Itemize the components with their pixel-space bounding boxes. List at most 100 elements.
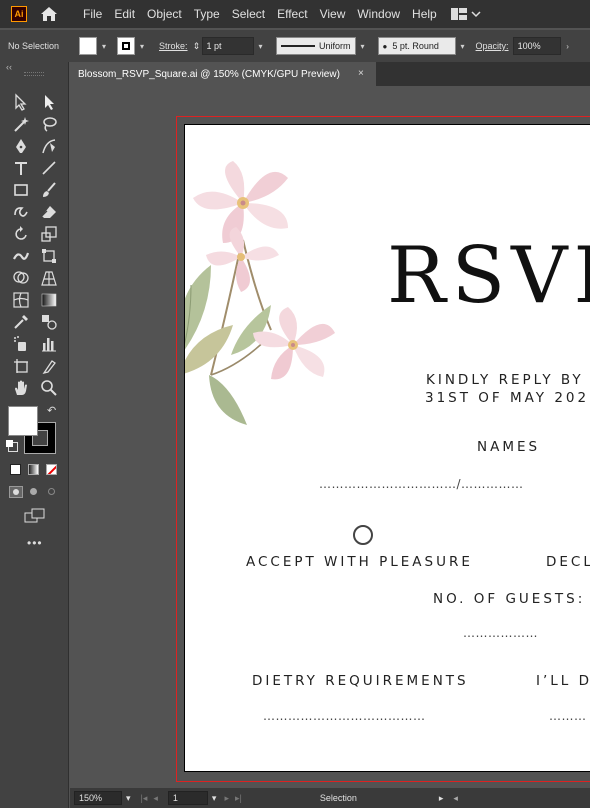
next-artboard-icon[interactable]: ▸	[224, 793, 229, 804]
stroke-weight-field[interactable]: 1 pt	[201, 37, 254, 55]
hand-tool-icon[interactable]	[10, 378, 32, 398]
opacity-chevron-icon[interactable]: ›	[561, 37, 575, 55]
stroke-stepper-icon[interactable]: ⇕	[192, 41, 202, 52]
first-artboard-icon[interactable]: |◂	[141, 793, 148, 804]
selection-tool-icon[interactable]	[10, 92, 32, 112]
direct-selection-tool-icon[interactable]	[38, 92, 60, 112]
selection-status: No Selection	[8, 41, 60, 51]
symbol-sprayer-tool-icon[interactable]	[10, 334, 32, 354]
workspace-switcher[interactable]	[450, 8, 481, 20]
fill-swatch[interactable]	[79, 37, 98, 55]
zoom-field[interactable]: 150%	[74, 791, 122, 805]
opacity-label[interactable]: Opacity:	[476, 41, 509, 51]
edit-toolbar-icon[interactable]: •••	[27, 536, 43, 550]
none-mode-icon[interactable]	[46, 464, 57, 475]
paintbrush-tool-icon[interactable]	[38, 180, 60, 200]
artboard-chevron-icon[interactable]: ▾	[212, 793, 217, 804]
stroke-profile-select[interactable]: Uniform	[275, 37, 356, 55]
draw-inside-icon[interactable]	[45, 486, 59, 498]
stroke-weight-chevron-icon[interactable]: ▾	[254, 37, 268, 55]
stroke-swatch[interactable]	[117, 37, 136, 55]
opacity-field[interactable]: 100%	[512, 37, 561, 55]
gradient-tool-icon[interactable]	[38, 290, 60, 310]
perspective-grid-tool-icon[interactable]	[38, 268, 60, 288]
line-segment-tool-icon[interactable]	[38, 158, 60, 178]
pen-tool-icon[interactable]	[10, 136, 32, 156]
curvature-tool-icon[interactable]	[38, 136, 60, 156]
current-tool-label: Selection	[319, 793, 357, 803]
close-tab-icon[interactable]: ×	[358, 68, 364, 79]
kindly-reply-text: KINDLY REPLY BY	[426, 372, 584, 388]
panel-grip[interactable]	[24, 72, 44, 76]
draw-normal-icon[interactable]	[9, 486, 23, 498]
width-tool-icon[interactable]	[10, 246, 32, 266]
eraser-tool-icon[interactable]	[38, 202, 60, 222]
profile-chevron-icon[interactable]: ▾	[356, 37, 370, 55]
stroke-chevron-icon[interactable]: ▾	[135, 37, 149, 55]
type-tool-icon[interactable]	[10, 158, 32, 178]
artboard[interactable]: RSVP KINDLY REPLY BY 31ST OF MAY 2021 NA…	[184, 124, 590, 772]
swap-colors-icon[interactable]: ↶	[47, 404, 56, 417]
guests-label: NO. OF GUESTS:	[433, 591, 586, 607]
brush-dot-icon: ●	[382, 41, 388, 51]
draw-behind-icon[interactable]	[27, 486, 41, 498]
previous-artboard-icon[interactable]: ◂	[153, 793, 158, 804]
artboard-tool-icon[interactable]	[10, 356, 32, 376]
status-scroll-left-icon[interactable]: ◂	[453, 793, 458, 804]
stroke-label[interactable]: Stroke:	[159, 41, 188, 51]
menu-effect[interactable]: Effect	[271, 7, 313, 21]
color-mode-icon[interactable]	[10, 464, 21, 475]
menu-view[interactable]: View	[314, 7, 352, 21]
zoom-tool-icon[interactable]	[38, 378, 60, 398]
zoom-value: 150%	[79, 793, 103, 803]
menu-select[interactable]: Select	[226, 7, 271, 21]
stroke-profile-label: Uniform	[319, 41, 351, 51]
gradient-mode-icon[interactable]	[28, 464, 39, 475]
rotate-tool-icon[interactable]	[10, 224, 32, 244]
screen-mode-icon[interactable]	[24, 508, 46, 524]
brush-select[interactable]: ● 5 pt. Round	[377, 37, 456, 55]
menu-type[interactable]: Type	[188, 7, 226, 21]
default-colors-icon[interactable]	[6, 440, 18, 452]
document-tab-bar: Blossom_RSVP_Square.ai @ 150% (CMYK/GPU …	[70, 62, 590, 86]
last-artboard-icon[interactable]: ▸|	[235, 793, 242, 804]
menu-file[interactable]: File	[77, 7, 108, 21]
collapse-panel-icon[interactable]: ‹‹	[6, 62, 12, 72]
canvas[interactable]: RSVP KINDLY REPLY BY 31ST OF MAY 2021 NA…	[70, 86, 590, 788]
menu-edit[interactable]: Edit	[108, 7, 141, 21]
rectangle-tool-icon[interactable]	[10, 180, 32, 200]
artboard-number-field[interactable]: 1	[167, 791, 208, 805]
scale-tool-icon[interactable]	[38, 224, 60, 244]
blend-tool-icon[interactable]	[38, 312, 60, 332]
artboard-number: 1	[172, 793, 178, 803]
slice-tool-icon[interactable]	[38, 356, 60, 376]
workspace-icon	[450, 8, 467, 20]
free-transform-tool-icon[interactable]	[38, 246, 60, 266]
menu-object[interactable]: Object	[141, 7, 188, 21]
brush-label: 5 pt. Round	[392, 41, 439, 51]
shape-builder-tool-icon[interactable]	[10, 268, 32, 288]
shaper-tool-icon[interactable]	[10, 202, 32, 222]
brush-chevron-icon[interactable]: ▾	[456, 37, 470, 55]
menu-window[interactable]: Window	[351, 7, 406, 21]
status-menu-icon[interactable]: ▸	[439, 793, 444, 804]
dietry-label: DIETRY REQUIREMENTS	[252, 673, 469, 689]
lasso-tool-icon[interactable]	[38, 114, 60, 134]
eyedropper-tool-icon[interactable]	[10, 312, 32, 332]
document-tab[interactable]: Blossom_RSVP_Square.ai @ 150% (CMYK/GPU …	[70, 62, 376, 86]
ill-text: I’LL D	[536, 673, 590, 689]
fill-chevron-icon[interactable]: ▾	[97, 37, 111, 55]
blossom-illustration	[185, 161, 335, 425]
menu-help[interactable]: Help	[406, 7, 443, 21]
zoom-chevron-icon[interactable]: ▾	[126, 793, 131, 804]
rsvp-title: RSVP	[387, 231, 590, 321]
fill-color-indicator[interactable]	[8, 406, 38, 436]
stroke-weight-value: 1 pt	[206, 41, 222, 51]
column-graph-tool-icon[interactable]	[38, 334, 60, 354]
guests-line: ………………	[463, 626, 538, 640]
mesh-tool-icon[interactable]	[10, 290, 32, 310]
tools-panel: ‹‹ ↶ •••	[0, 62, 69, 808]
home-icon[interactable]	[39, 5, 59, 23]
stroke-line-icon	[280, 45, 316, 47]
magic-wand-tool-icon[interactable]	[10, 114, 32, 134]
